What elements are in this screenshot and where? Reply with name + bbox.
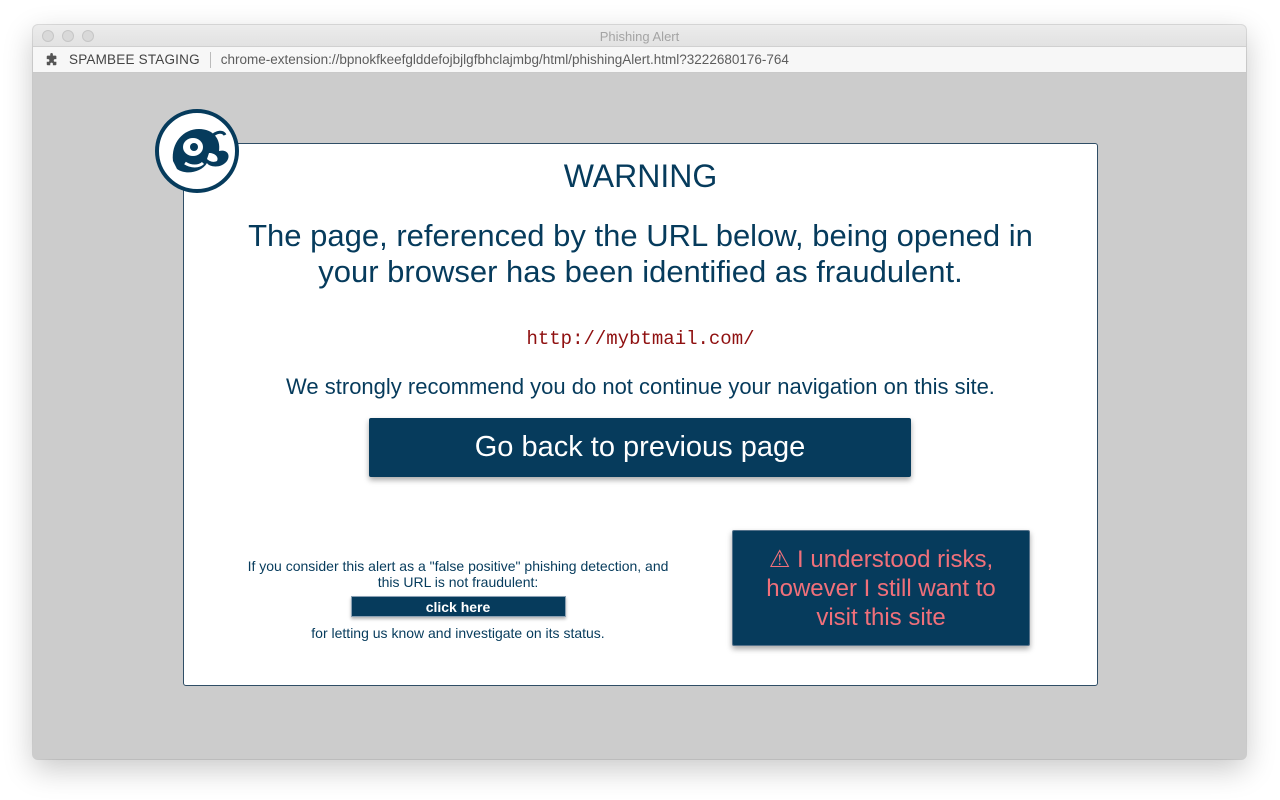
proceed-anyway-button[interactable]: ⚠ I understood risks, however I still wa… xyxy=(732,530,1030,646)
go-back-button[interactable]: Go back to previous page xyxy=(369,418,911,477)
puzzle-piece-icon xyxy=(45,52,61,68)
address-bar: SPAMBEE STAGING chrome-extension://bpnok… xyxy=(33,47,1246,73)
title-bar: Phishing Alert xyxy=(33,25,1246,47)
browser-window: Phishing Alert SPAMBEE STAGING chrome-ex… xyxy=(33,25,1246,759)
page-content: WARNING The page, referenced by the URL … xyxy=(33,73,1246,759)
false-positive-text: If you consider this alert as a "false p… xyxy=(247,558,669,590)
report-false-positive-button[interactable]: click here xyxy=(350,596,566,617)
extension-name: SPAMBEE STAGING xyxy=(69,52,200,67)
recommendation-text: We strongly recommend you do not continu… xyxy=(286,374,995,399)
investigate-text: for letting us know and investigate on i… xyxy=(311,625,605,641)
window-title: Phishing Alert xyxy=(599,29,680,44)
fraudulent-url: http://mybtmail.com/ xyxy=(526,328,755,350)
warning-message: The page, referenced by the URL below, b… xyxy=(248,218,1033,289)
phishing-alert-card: WARNING The page, referenced by the URL … xyxy=(183,143,1098,686)
false-positive-section: If you consider this alert as a "false p… xyxy=(244,558,672,641)
spambee-bird-logo-icon xyxy=(155,109,239,193)
address-url[interactable]: chrome-extension://bpnokfkeefglddefojbjl… xyxy=(221,52,789,67)
warning-title: WARNING xyxy=(563,158,718,194)
address-separator xyxy=(209,51,211,68)
